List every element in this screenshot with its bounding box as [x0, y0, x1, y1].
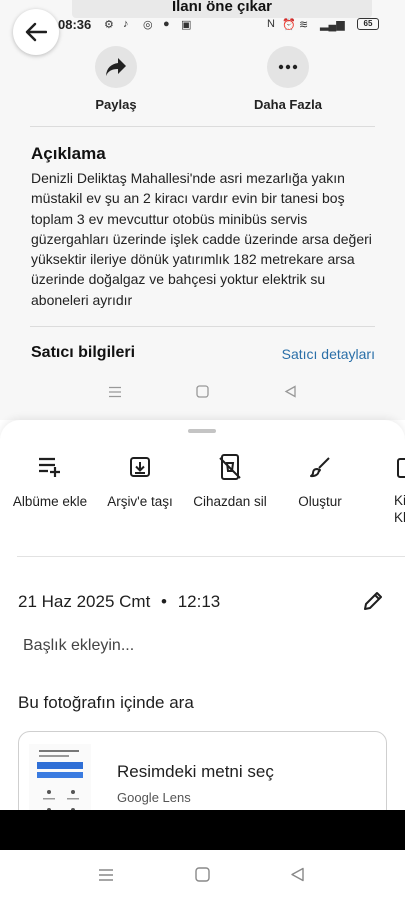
more-dots-icon	[267, 46, 309, 88]
folder-label: Ki Klasö	[394, 493, 405, 525]
google-lens-card[interactable]: Resimdeki metni seç Google Lens	[18, 731, 387, 810]
battery-icon: 65	[357, 18, 379, 30]
create-button[interactable]: Oluştur	[284, 452, 356, 509]
tiktok-icon: ♪	[123, 18, 129, 30]
back-triangle-icon	[284, 385, 296, 398]
edit-date-button[interactable]	[362, 590, 384, 617]
photo-date: 21 Haz 2025 Cmt	[18, 592, 151, 611]
more-action: Daha Fazla	[248, 46, 328, 112]
add-to-album-button[interactable]: Albüme ekle	[8, 452, 92, 509]
wifi-icon: ≋	[299, 19, 309, 31]
back-button[interactable]	[13, 9, 59, 55]
divider	[17, 556, 405, 557]
folder-button[interactable]: Ki Klasö	[366, 452, 405, 526]
share-label: Paylaş	[95, 97, 137, 112]
description-body: Denizli Deliktaş Mahallesi'nde asri meza…	[31, 170, 372, 308]
home-square-icon	[196, 385, 209, 398]
photo-thumbnail	[29, 744, 91, 810]
menu-icon	[109, 386, 121, 398]
lens-title: Resimdeki metni seç	[117, 762, 274, 781]
archive-icon	[100, 452, 180, 482]
listing-screenshot-photo: İlanı öne çıkar 08:36 ⚙ ♪ ◎ ● ▣ N ⏰ ≋ ▂▄…	[0, 0, 405, 420]
arrow-left-icon	[25, 22, 47, 42]
search-in-photo-heading: Bu fotoğrafın içinde ara	[18, 693, 194, 712]
lens-subtitle: Google Lens	[117, 790, 191, 805]
back-nav-button[interactable]	[290, 867, 305, 882]
photo-nav-bar	[0, 380, 405, 404]
add-title-input[interactable]: Başlık ekleyin...	[23, 637, 134, 655]
share-icon	[95, 46, 137, 88]
details-bottom-sheet: Albüme ekle Arşiv'e taşı Cihazdan sil Ol…	[0, 420, 405, 810]
folder-icon	[366, 452, 405, 482]
share-action: Paylaş	[76, 46, 156, 112]
alarm-icon: ⏰	[282, 19, 296, 31]
divider	[30, 126, 375, 127]
description-title: Açıklama	[31, 144, 106, 163]
separator-dot: •	[161, 592, 167, 611]
black-bar	[0, 810, 405, 850]
status-bar: 08:36 ⚙ ♪ ◎ ● ▣ N ⏰ ≋ ▂▄▆ 65	[0, 14, 405, 36]
photo-time: 12:13	[177, 592, 221, 611]
home-button[interactable]	[195, 867, 210, 882]
status-time: 08:36	[58, 17, 92, 32]
app-badge-icon: ▣	[181, 19, 192, 31]
drag-handle[interactable]	[188, 429, 216, 433]
move-to-archive-label: Arşiv'e taşı	[107, 494, 173, 509]
date-time-row: 21 Haz 2025 Cmt • 12:13	[18, 592, 220, 612]
playlist-add-icon	[8, 452, 92, 482]
signal-icon: ▂▄▆	[320, 19, 345, 31]
brush-icon	[284, 452, 356, 482]
instagram-icon: ◎	[143, 19, 153, 31]
divider	[30, 326, 375, 327]
more-label: Daha Fazla	[254, 97, 322, 112]
app-icon: ●	[163, 18, 170, 30]
seller-info-title: Satıcı bilgileri	[31, 344, 136, 361]
system-nav-bar	[0, 850, 405, 900]
move-to-archive-button[interactable]: Arşiv'e taşı	[100, 452, 180, 509]
nfc-icon: N	[267, 18, 275, 30]
add-to-album-label: Albüme ekle	[12, 494, 88, 509]
seller-details-link: Satıcı detayları	[281, 346, 375, 362]
delete-from-device-label: Cihazdan sil	[193, 494, 267, 509]
recent-apps-button[interactable]	[98, 868, 114, 882]
settings-icon: ⚙	[104, 19, 114, 31]
pencil-icon	[364, 592, 382, 610]
create-label: Oluştur	[298, 494, 342, 509]
device-delete-icon	[188, 452, 272, 482]
delete-from-device-button[interactable]: Cihazdan sil	[188, 452, 272, 509]
